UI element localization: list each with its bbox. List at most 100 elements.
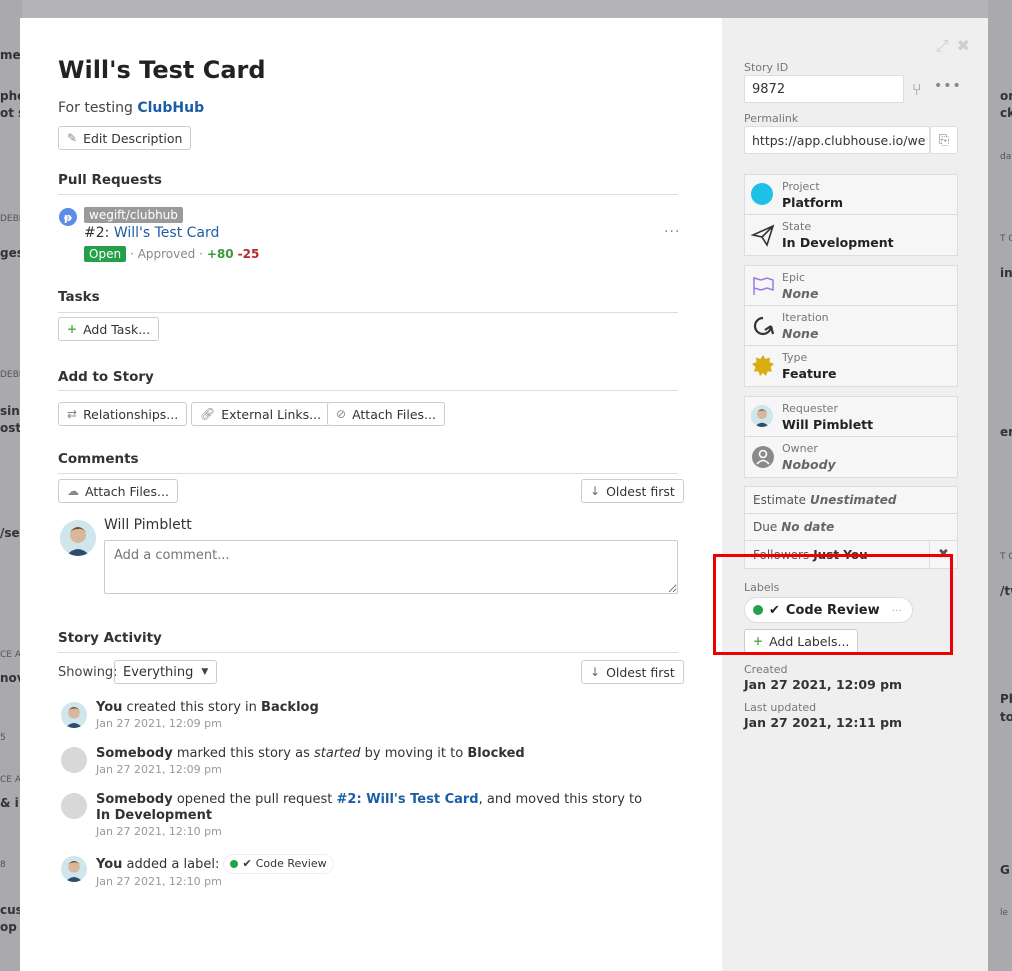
board-column-right: or ck dat T C in erg T C /tw Ph to G le bbox=[988, 0, 1012, 971]
divider bbox=[58, 194, 678, 195]
pull-request-icon: ᵽ bbox=[59, 208, 77, 226]
relationships-button[interactable]: ⇄ Relationships... bbox=[58, 402, 188, 426]
pr-meta: Open · Approved · +80 -25 bbox=[84, 246, 259, 262]
activity-text: marked this story as bbox=[176, 746, 310, 761]
comments-sort-button[interactable]: ↓ Oldest first bbox=[581, 479, 684, 503]
external-links-label: External Links... bbox=[221, 406, 322, 422]
bg-snippet: op u bbox=[0, 920, 22, 934]
paperclip-icon: ⊘ bbox=[336, 407, 347, 421]
activity-text: created this story in bbox=[126, 700, 257, 715]
epic-field[interactable]: Epic None bbox=[745, 266, 957, 306]
bg-snippet: 8 bbox=[0, 860, 6, 870]
bg-snippet: DEBIT bbox=[0, 214, 22, 224]
bg-snippet: ot s bbox=[0, 106, 22, 120]
bg-snippet: erg bbox=[1000, 425, 1012, 439]
user-icon bbox=[752, 446, 774, 468]
due-field[interactable]: Due No date bbox=[745, 514, 957, 541]
field-value: None bbox=[782, 326, 819, 341]
bg-snippet: pho bbox=[0, 89, 22, 103]
divider bbox=[58, 390, 678, 391]
activity-actor: You bbox=[96, 857, 123, 872]
comment-input[interactable] bbox=[104, 540, 678, 594]
activity-sort-button[interactable]: ↓ Oldest first bbox=[581, 660, 684, 684]
description-link[interactable]: ClubHub bbox=[137, 100, 204, 116]
bg-snippet: sing bbox=[0, 404, 22, 418]
check-icon: ✔ bbox=[242, 857, 252, 870]
activity-item: You created this story in Backlog Jan 27… bbox=[96, 700, 656, 732]
pr-repo-badge[interactable]: wegift/clubhub bbox=[84, 207, 183, 223]
pencil-icon: ✎ bbox=[67, 131, 78, 145]
attach-files-button[interactable]: ⊘ Attach Files... bbox=[327, 402, 445, 426]
expand-icon[interactable]: ⤢ bbox=[936, 36, 949, 56]
more-icon[interactable]: ••• bbox=[934, 78, 962, 94]
git-branch-icon[interactable]: ⑂ bbox=[912, 80, 922, 99]
pr-number: #2: bbox=[84, 225, 110, 241]
comments-heading: Comments bbox=[58, 451, 139, 467]
activity-time: Jan 27 2021, 12:09 pm bbox=[96, 717, 222, 730]
bg-snippet: /tw bbox=[1000, 584, 1012, 598]
paper-plane-icon bbox=[751, 224, 775, 247]
avatar bbox=[61, 702, 87, 728]
caret-down-icon: ▼ bbox=[201, 667, 209, 677]
bg-snippet: ck bbox=[1000, 106, 1012, 120]
bg-snippet: in bbox=[1000, 266, 1012, 280]
add-task-label: Add Task... bbox=[83, 321, 151, 337]
close-icon[interactable]: ✖ bbox=[957, 36, 970, 56]
permalink-label: Permalink bbox=[744, 112, 799, 125]
bg-snippet: Ph bbox=[1000, 692, 1012, 706]
epic-flag-icon bbox=[753, 277, 774, 295]
permalink-field[interactable]: https://app.clubhouse.io/we ... bbox=[744, 126, 930, 154]
story-title[interactable]: Will's Test Card bbox=[58, 56, 266, 84]
arrow-down-icon: ↓ bbox=[590, 484, 601, 498]
bg-snippet: nov bbox=[0, 671, 22, 685]
bg-snippet: CE A bbox=[0, 775, 21, 785]
divider bbox=[58, 473, 678, 474]
bg-snippet: me bbox=[0, 48, 21, 62]
label-color-dot bbox=[230, 860, 239, 868]
iteration-icon bbox=[753, 316, 775, 336]
description-text: For testing bbox=[58, 100, 133, 116]
field-value: Nobody bbox=[782, 457, 836, 472]
project-field[interactable]: Project Platform bbox=[745, 175, 957, 215]
activity-filter-value: Everything bbox=[123, 664, 194, 680]
edit-description-button[interactable]: ✎ Edit Description bbox=[58, 126, 192, 150]
activity-item: Somebody opened the pull request #2: Wil… bbox=[96, 792, 656, 840]
created-label: Created bbox=[744, 663, 788, 676]
activity-pr-link[interactable]: #2: Will's Test Card bbox=[337, 792, 479, 807]
iteration-field[interactable]: Iteration None bbox=[745, 306, 957, 346]
pr-more-icon[interactable]: ··· bbox=[664, 224, 680, 240]
bg-snippet: T C bbox=[1000, 552, 1012, 562]
pr-title-link[interactable]: Will's Test Card bbox=[114, 225, 220, 241]
story-activity-heading: Story Activity bbox=[58, 630, 162, 646]
estimate-field[interactable]: Estimate Unestimated bbox=[745, 487, 957, 514]
field-label: Estimate bbox=[753, 493, 807, 507]
add-task-button[interactable]: + Add Task... bbox=[58, 317, 160, 341]
activity-label-chip: ✔ Code Review bbox=[223, 854, 334, 874]
field-value: Unestimated bbox=[810, 493, 897, 507]
state-field[interactable]: State In Development bbox=[745, 215, 957, 255]
field-value: In Development bbox=[782, 235, 894, 250]
arrow-down-icon: ↓ bbox=[590, 665, 601, 679]
field-label: Epic bbox=[782, 271, 806, 284]
pr-title: #2: Will's Test Card bbox=[84, 225, 219, 241]
feature-icon bbox=[752, 355, 774, 376]
activity-filter-select[interactable]: Everything ▼ bbox=[114, 660, 218, 684]
bg-snippet: G bbox=[1000, 863, 1010, 877]
requester-field[interactable]: Requester Will Pimblett bbox=[745, 397, 957, 437]
bg-snippet: ges bbox=[0, 246, 22, 260]
pr-approved: · Approved · bbox=[130, 247, 203, 261]
external-links-button[interactable]: 🔗︎ External Links... bbox=[191, 402, 331, 426]
activity-state: started bbox=[313, 746, 361, 761]
comment-attach-files-button[interactable]: ☁ Attach Files... bbox=[58, 479, 178, 503]
window-controls: ⤢ ✖ bbox=[936, 36, 970, 56]
story-id-field[interactable]: 9872 bbox=[744, 75, 904, 103]
story-sidebar: ⤢ ✖ Story ID 9872 ⑂ ••• Permalink https:… bbox=[722, 18, 988, 971]
comment-attach-files-label: Attach Files... bbox=[85, 483, 169, 499]
bg-snippet: dat bbox=[1000, 152, 1012, 162]
bg-snippet: DEBIT bbox=[0, 370, 22, 380]
owner-field[interactable]: Owner Nobody bbox=[745, 437, 957, 477]
type-field[interactable]: Type Feature bbox=[745, 346, 957, 386]
labels-highlight-box bbox=[713, 554, 953, 655]
copy-icon[interactable]: ⎘ bbox=[930, 126, 958, 154]
activity-actor: Somebody bbox=[96, 746, 173, 761]
